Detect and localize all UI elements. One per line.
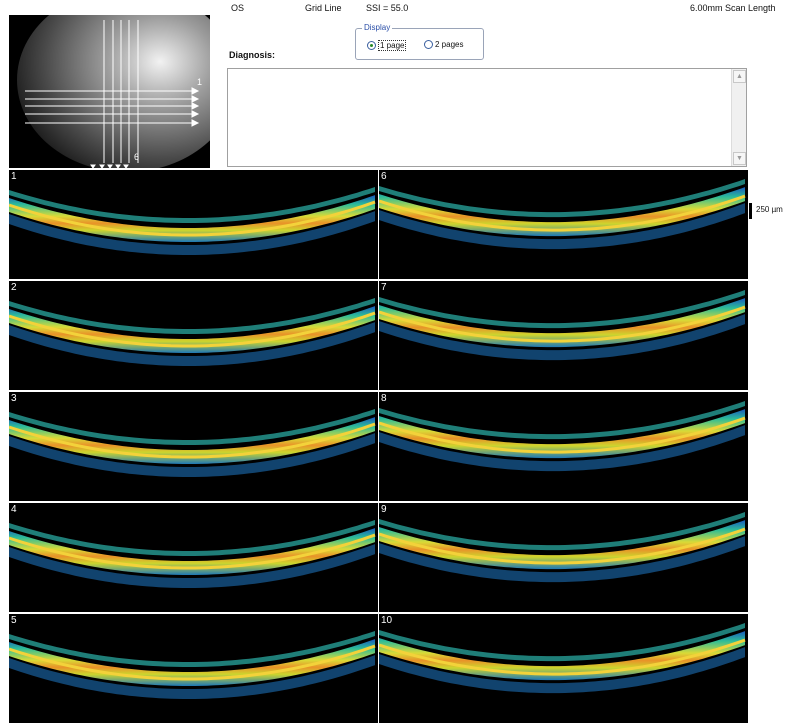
radio-unselected-icon[interactable] <box>424 40 433 49</box>
display-group: Display 1 page 2 pages <box>355 23 484 60</box>
oct-scan-10: 10 <box>379 614 748 723</box>
radio-2-pages-label[interactable]: 2 pages <box>435 40 463 49</box>
oct-bscan-image <box>9 631 376 699</box>
display-group-label: Display <box>362 23 393 32</box>
eye-label: OS <box>231 3 245 13</box>
oct-scan-4: 4 <box>9 503 378 612</box>
oct-scan-9: 9 <box>379 503 748 612</box>
scroll-down-icon[interactable]: ▼ <box>733 152 746 165</box>
oct-bscan-image <box>379 179 746 250</box>
oct-bscan-image <box>9 409 376 477</box>
oct-bscan-image <box>9 520 376 588</box>
radio-selected-icon[interactable] <box>367 41 376 50</box>
oct-bscan-image <box>379 290 746 361</box>
diagnosis-scrollbar[interactable]: ▲ ▼ <box>731 69 746 166</box>
fundus-label-1: 1 <box>197 77 203 87</box>
scan-number: 2 <box>11 282 17 293</box>
oct-bscan-image <box>9 187 376 255</box>
oct-scan-2: 2 <box>9 281 378 390</box>
oct-scan-8: 8 <box>379 392 748 501</box>
scan-length-label: 6.00mm Scan Length <box>690 3 776 13</box>
oct-scan-3: 3 <box>9 392 378 501</box>
oct-scan-1: 1 <box>9 170 378 279</box>
scroll-up-icon[interactable]: ▲ <box>733 70 746 83</box>
scan-number: 8 <box>381 393 387 404</box>
scan-number: 6 <box>381 171 387 182</box>
oct-scan-5: 5 <box>9 614 378 723</box>
scan-number: 1 <box>11 171 17 182</box>
oct-bscan-image <box>379 512 746 583</box>
scale-label: 250 µm <box>756 205 783 214</box>
diagnosis-label: Diagnosis: <box>229 50 276 60</box>
oct-bscan-image <box>9 298 376 366</box>
oct-bscan-image <box>379 623 746 694</box>
scan-number: 5 <box>11 615 17 626</box>
scan-number: 3 <box>11 393 17 404</box>
scan-number: 7 <box>381 282 387 293</box>
radio-1-page-label[interactable]: 1 page <box>378 40 407 51</box>
fundus-image: 1 6 <box>9 7 210 168</box>
oct-bscan-image <box>379 401 746 472</box>
scan-number: 4 <box>11 504 17 515</box>
radio-2-pages[interactable]: 2 pages <box>424 40 463 49</box>
radio-1-page[interactable]: 1 page <box>367 40 407 51</box>
diagnosis-textarea[interactable]: ▲ ▼ <box>227 68 747 167</box>
ssi-label: SSI = 55.0 <box>366 3 409 13</box>
scan-number: 10 <box>381 615 393 626</box>
scan-number: 9 <box>381 504 387 515</box>
scale-bar <box>749 203 752 219</box>
oct-scan-7: 7 <box>379 281 748 390</box>
fundus-label-6: 6 <box>134 152 140 162</box>
scan-mode-label: Grid Line <box>305 3 342 13</box>
oct-scan-6: 6 <box>379 170 748 279</box>
